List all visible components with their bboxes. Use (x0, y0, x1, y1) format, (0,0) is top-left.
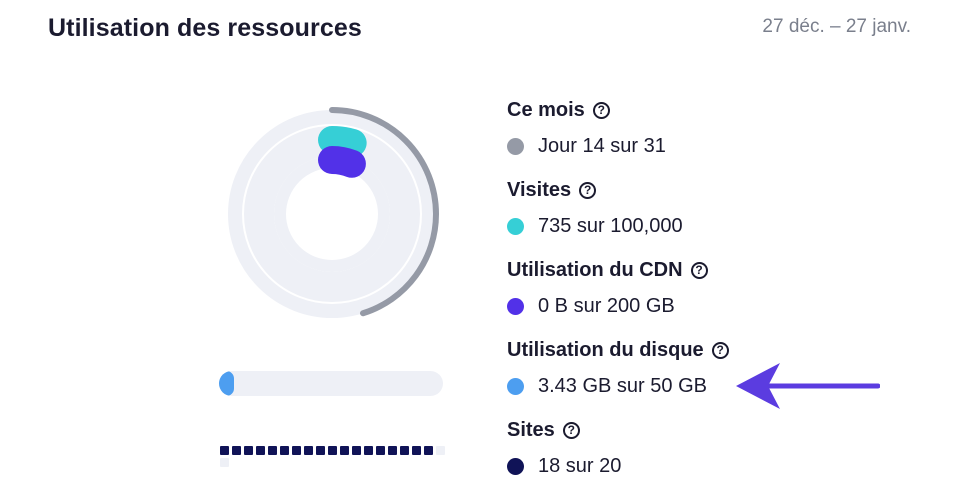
site-square-used (220, 446, 229, 455)
legend-month: Ce mois ? Jour 14 sur 31 (507, 96, 827, 176)
site-square-used (280, 446, 289, 455)
cdn-value: 0 B sur 200 GB (538, 294, 675, 317)
site-square-used (316, 446, 325, 455)
site-square-used (232, 446, 241, 455)
disk-color-dot (507, 377, 524, 395)
legend-visits: Visites ? 735 sur 100,000 (507, 176, 827, 256)
site-square-used (340, 446, 349, 455)
site-square-used (256, 446, 265, 455)
resource-usage-card: Utilisation des ressources 27 déc. – 27 … (0, 0, 963, 496)
disk-value: 3.43 GB sur 50 GB (538, 374, 707, 397)
help-circle-icon[interactable]: ? (562, 421, 580, 439)
disk-usage-progress-fill (219, 371, 235, 396)
help-circle-icon[interactable]: ? (711, 341, 729, 359)
help-circle-icon[interactable]: ? (690, 261, 708, 279)
sites-value: 18 sur 20 (538, 454, 622, 477)
site-square-used (304, 446, 313, 455)
date-range: 27 déc. – 27 janv. (762, 16, 911, 37)
site-square-used (292, 446, 301, 455)
visits-value: 735 sur 100,000 (538, 214, 683, 237)
cdn-color-dot (507, 297, 524, 315)
sites-label: Sites (507, 418, 555, 441)
site-square-used (328, 446, 337, 455)
usage-ring-chart (225, 107, 439, 321)
sites-usage-grid (220, 446, 450, 467)
site-square-used (400, 446, 409, 455)
site-square-used (412, 446, 421, 455)
month-value: Jour 14 sur 31 (538, 134, 666, 157)
site-square-used (364, 446, 373, 455)
disk-label: Utilisation du disque (507, 338, 704, 361)
disk-usage-progress-bar (219, 371, 443, 396)
legend-cdn: Utilisation du CDN ? 0 B sur 200 GB (507, 256, 827, 336)
help-circle-icon[interactable]: ? (592, 101, 610, 119)
sites-color-dot (507, 457, 524, 475)
site-square-used (268, 446, 277, 455)
card-title: Utilisation des ressources (48, 14, 362, 42)
visits-color-dot (507, 217, 524, 235)
help-circle-icon[interactable]: ? (579, 181, 597, 199)
month-label: Ce mois (507, 98, 585, 121)
cdn-label: Utilisation du CDN (507, 258, 683, 281)
month-color-dot (507, 137, 524, 155)
left-arrow-icon (736, 363, 880, 409)
legend-sites: Sites ? 18 sur 20 (507, 416, 827, 496)
site-square-used (376, 446, 385, 455)
site-square-used (352, 446, 361, 455)
site-square-free (436, 446, 445, 455)
site-square-used (388, 446, 397, 455)
site-square-free (220, 458, 229, 467)
site-square-used (424, 446, 433, 455)
cdn-ring-track (274, 156, 390, 272)
site-square-used (244, 446, 253, 455)
usage-legend: Ce mois ? Jour 14 sur 31 Visites ? 735 s… (507, 96, 827, 496)
visits-label: Visites (507, 178, 572, 201)
